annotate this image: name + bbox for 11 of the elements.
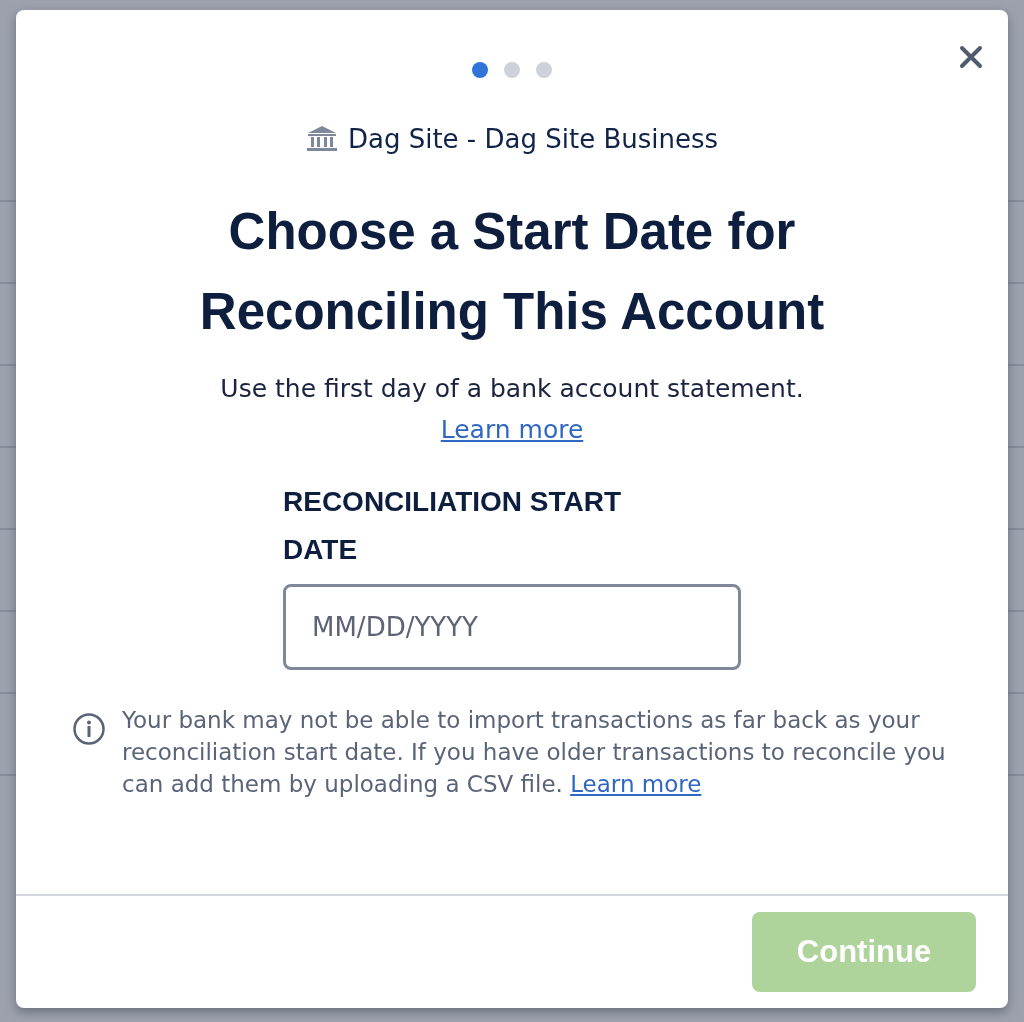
field-label: RECONCILIATION START DATE [283, 485, 623, 567]
close-icon[interactable] [958, 44, 984, 70]
info-icon [72, 712, 106, 746]
learn-more-link[interactable]: Learn more [570, 771, 702, 797]
date-input[interactable]: MM/DD/YYYY [283, 584, 741, 670]
notice-text: Your bank may not be able to import transactions as far back as your reconciliation start date. If you have older transactions to reconcile you can add them by uploading a CSV file. Learn more [122, 706, 947, 799]
learn-more-link[interactable]: Learn more [440, 415, 584, 444]
dialog-title: Choose a Start Date for Reconciling This Account [198, 202, 826, 342]
bank-icon [305, 125, 338, 153]
account-name: Dag Site - Dag Site Business [347, 124, 719, 154]
subtitle: Use the first day of a bank account statement. [220, 374, 804, 403]
